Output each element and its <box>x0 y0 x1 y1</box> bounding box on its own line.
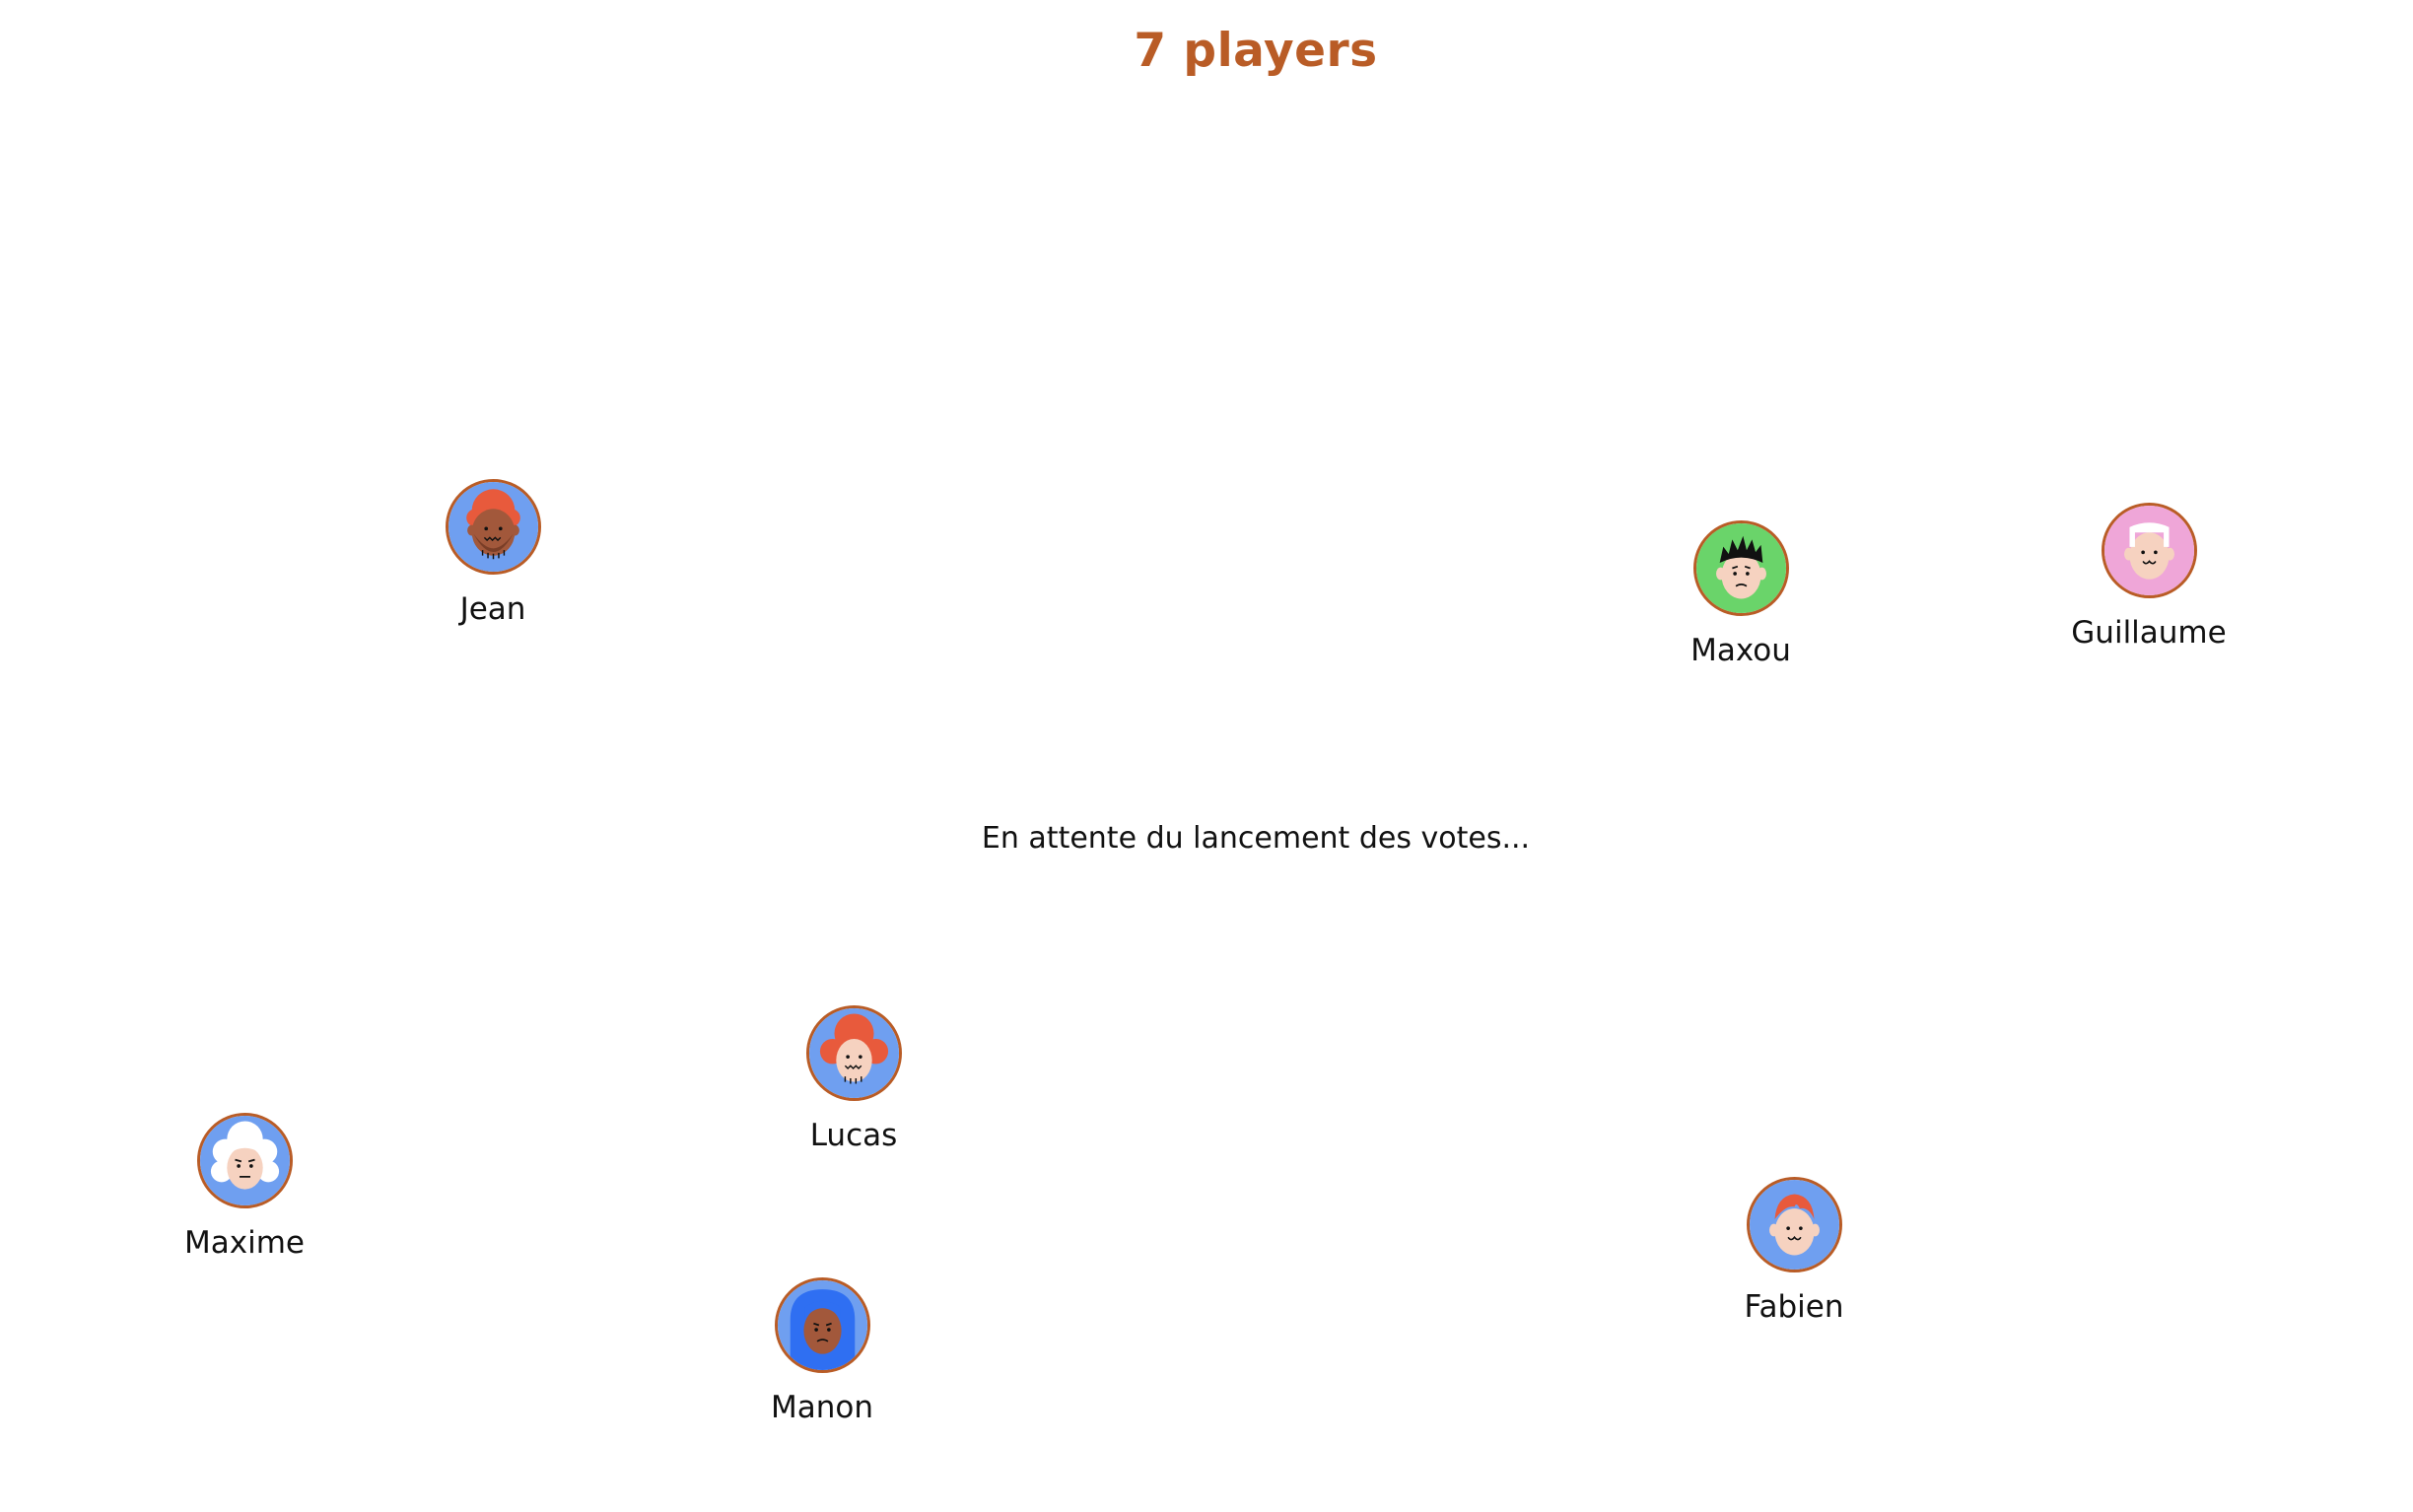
player-jean: Jean <box>345 479 641 625</box>
player-count-title: 7 players <box>1134 24 1378 78</box>
player-guillaume: Guillaume <box>2001 503 2297 649</box>
player-lucas: Lucas <box>706 1005 1001 1151</box>
player-name: Manon <box>770 1390 873 1425</box>
avatar-white-curly-hair-icon <box>196 1113 293 1208</box>
avatar-red-hair-smile-icon <box>1746 1177 1842 1272</box>
player-name: Maxou <box>1690 633 1791 668</box>
player-manon: Manon <box>674 1277 970 1423</box>
player-fabien: Fabien <box>1646 1177 1942 1323</box>
avatar-spiky-black-hair-icon <box>1692 520 1789 616</box>
player-name: Guillaume <box>2071 615 2227 651</box>
player-name: Maxime <box>184 1225 305 1261</box>
player-name: Jean <box>459 591 526 627</box>
waiting-status: En attente du lancement des votes... <box>981 821 1531 856</box>
avatar-white-hair-icon <box>2101 503 2197 598</box>
avatar-red-curly-hair-icon <box>805 1005 902 1101</box>
player-name: Lucas <box>809 1118 898 1153</box>
player-maxou: Maxou <box>1593 520 1889 666</box>
lobby-stage: 7 players Jean Maxou Guillaume Lucas Max… <box>0 0 2413 1512</box>
player-maxime: Maxime <box>97 1113 392 1259</box>
avatar-blue-hood-icon <box>774 1277 870 1373</box>
player-name: Fabien <box>1744 1289 1844 1325</box>
avatar-bearded-red-hair-icon <box>445 479 541 575</box>
